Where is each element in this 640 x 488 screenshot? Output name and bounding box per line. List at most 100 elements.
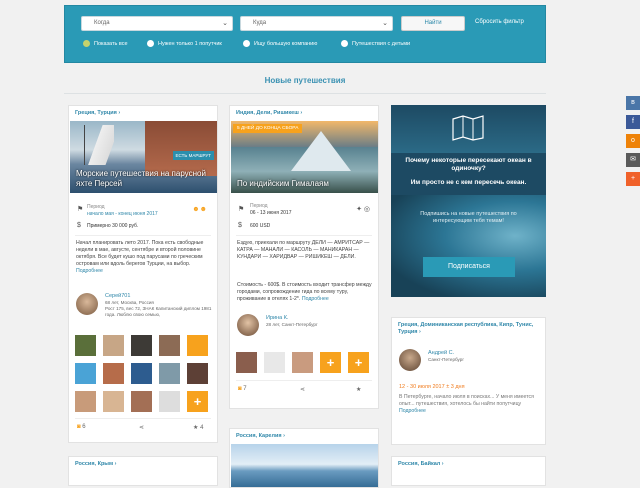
radio-with-kids[interactable]: Путешествия с детьми — [341, 40, 410, 48]
radio-big-company[interactable]: Ищу большую компанию — [243, 40, 317, 48]
from-select[interactable]: Когда ⌄ — [81, 16, 233, 31]
card-location[interactable]: Россия, Карелия › — [230, 429, 378, 439]
section-header: Новые путешествия — [64, 70, 546, 94]
photo-count[interactable]: ◙ 7 — [238, 386, 247, 392]
period: Период 06 - 13 июня 2017 — [250, 203, 292, 216]
reset-filter-link[interactable]: Сбросить фильтр — [475, 19, 524, 25]
participant-avatar[interactable] — [103, 363, 124, 384]
more-link[interactable]: Подробнее — [302, 296, 329, 302]
join-button[interactable]: + — [348, 352, 369, 373]
subscribe-button[interactable]: Подписаться — [423, 257, 515, 277]
author-name[interactable]: Ирина К. — [266, 315, 288, 321]
participant-avatar[interactable] — [131, 335, 152, 356]
people-icon: ☻☻ — [192, 206, 207, 213]
participant-avatar[interactable] — [103, 335, 124, 356]
camera-icon: ◙ — [238, 386, 242, 392]
filter-bar: Когда ⌄ Куда ⌄ Найти Сбросить фильтр Пок… — [64, 5, 546, 63]
ad-body: Подпишись на новые путешествия по интере… — [420, 211, 517, 224]
participant-avatar[interactable] — [75, 335, 96, 356]
radio-label: Путешествия с детьми — [352, 41, 411, 47]
like-count[interactable]: ★ 4 — [193, 424, 203, 431]
radio-dot-icon — [341, 40, 348, 48]
trip-card[interactable]: Греция, Доминиканская республика, Кипр, … — [391, 317, 546, 445]
sail-shape — [84, 125, 114, 165]
share-icon[interactable]: ⋖ — [139, 424, 144, 431]
more-link[interactable]: Подробнее — [399, 408, 426, 414]
radio-one-companion[interactable]: Нужен только 1 попутчик — [147, 40, 222, 48]
participant-avatar[interactable] — [236, 352, 257, 373]
participant-avatar[interactable] — [264, 352, 285, 373]
mail-icon[interactable]: ✉ — [626, 153, 640, 167]
participant-avatar[interactable] — [75, 391, 96, 412]
budget: 600 USD — [250, 223, 271, 229]
participant-avatar[interactable] — [131, 391, 152, 412]
share-icon[interactable]: ⋖ — [300, 386, 305, 393]
participant-avatar[interactable] — [187, 335, 208, 356]
radio-dot-icon — [147, 40, 154, 48]
chevron-down-icon: ⌄ — [382, 20, 388, 27]
facebook-icon[interactable]: f — [626, 115, 640, 129]
trip-card[interactable]: Индия, Дели, Ришикеш › 5 ДНЕЙ ДО КОНЦА С… — [229, 105, 379, 409]
participant-avatar[interactable] — [159, 391, 180, 412]
photo-count[interactable]: ◙ 6 — [77, 424, 86, 430]
more-link[interactable]: Подробнее — [76, 268, 103, 274]
period: Период начало мая - конец июня 2017 — [87, 204, 158, 217]
trip-card[interactable]: Греция, Турция › ЕСТЬ МАРШРУТ Морские пу… — [68, 105, 218, 443]
radio-label: Ищу большую компанию — [254, 41, 318, 47]
card-location[interactable]: Греция, Доминиканская республика, Кипр, … — [392, 318, 545, 336]
trip-card[interactable]: Россия, Карелия › — [229, 428, 379, 488]
card-location[interactable]: Индия, Дели, Ришикеш › — [230, 106, 378, 116]
author-name[interactable]: Андрей С. — [428, 350, 454, 356]
search-button[interactable]: Найти — [401, 16, 465, 31]
card-text-2: Стоимость - 600$. В стоимость входит тра… — [237, 282, 372, 302]
participant-avatar[interactable] — [75, 363, 96, 384]
from-value: Когда — [94, 20, 110, 26]
avatar[interactable] — [399, 349, 421, 371]
author-meta: Санкт-Петербург — [428, 357, 465, 362]
card-text: Ездую, приехали по маршруту ДЕЛИ — АМРИТ… — [237, 240, 370, 260]
participant-avatar[interactable] — [131, 363, 152, 384]
vk-icon[interactable]: в — [626, 96, 640, 110]
trip-photo[interactable] — [231, 444, 378, 487]
map-icon — [452, 115, 484, 141]
to-select[interactable]: Куда ⌄ — [240, 16, 393, 31]
radio-dot-icon — [83, 40, 90, 48]
participant-avatar[interactable] — [292, 352, 313, 373]
card-location[interactable]: Греция, Турция › — [69, 106, 217, 116]
mountain — [291, 131, 351, 171]
dollar-icon: $ — [238, 222, 242, 229]
route-badge: ЕСТЬ МАРШРУТ — [172, 151, 214, 160]
plus-icon[interactable]: + — [626, 172, 640, 186]
radio-show-all[interactable]: Показать все — [83, 40, 128, 48]
avatar[interactable] — [76, 293, 98, 315]
odnoklassniki-icon[interactable]: о — [626, 134, 640, 148]
participant-avatar[interactable] — [187, 363, 208, 384]
trip-dates: 12 - 30 июля 2017 ± 3 дня — [399, 384, 465, 390]
star-icon[interactable]: ★ — [356, 386, 361, 393]
trip-card[interactable]: Россия, Байкал › — [391, 456, 546, 486]
section-title: Новые путешествия — [264, 76, 346, 85]
card-location[interactable]: Россия, Байкал › — [392, 457, 545, 467]
ad-title: Почему некоторые пересекают океан в один… — [405, 157, 532, 172]
trip-photo[interactable]: 5 ДНЕЙ ДО КОНЦА СБОРА По индийским Гимал… — [231, 121, 378, 193]
card-location[interactable]: Россия, Крым › — [69, 457, 217, 467]
participant-avatar[interactable] — [159, 335, 180, 356]
trip-card[interactable]: Россия, Крым › — [68, 456, 218, 486]
card-title[interactable]: По индийским Гималаям — [237, 179, 373, 189]
flag-icon: ⚑ — [238, 206, 245, 213]
cabin-photo — [145, 121, 217, 176]
card-title[interactable]: Морские путешествия на парусной яхте Пер… — [76, 169, 212, 189]
radio-dot-icon — [243, 40, 250, 48]
days-badge: 5 ДНЕЙ ДО КОНЦА СБОРА — [233, 124, 303, 133]
trip-photo[interactable]: ЕСТЬ МАРШРУТ Морские путешествия на пару… — [70, 121, 217, 193]
join-button[interactable]: + — [187, 391, 208, 412]
card-text: В Петербурге, начало июля в поисках... У… — [399, 394, 534, 414]
author-name[interactable]: Серей701 — [105, 293, 130, 299]
participant-avatar[interactable] — [103, 391, 124, 412]
avatar[interactable] — [237, 314, 259, 336]
join-button[interactable]: + — [320, 352, 341, 373]
to-value: Куда — [253, 20, 267, 26]
flag-icon: ⚑ — [77, 206, 84, 213]
participant-avatar[interactable] — [159, 363, 180, 384]
dollar-icon: $ — [77, 222, 81, 229]
